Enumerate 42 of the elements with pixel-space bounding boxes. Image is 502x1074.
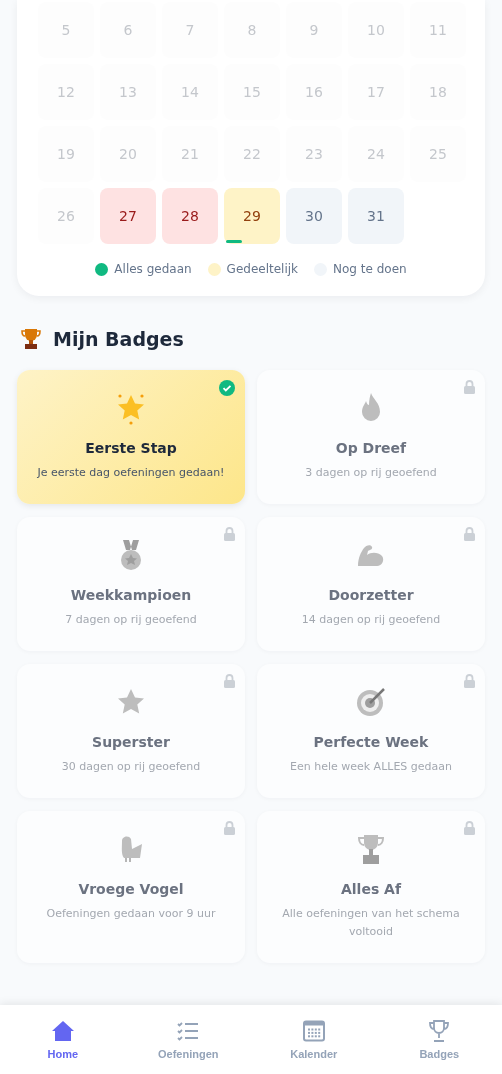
badge-card[interactable]: Op Dreef 3 dagen op rij geoefend [257,370,485,504]
home-icon [50,1019,75,1042]
badge-title: Vroege Vogel [78,881,184,897]
badge-card[interactable]: Superster 30 dagen op rij geoefend [17,664,245,798]
badge-description: 14 dagen op rij geoefend [301,612,441,628]
badge-card[interactable]: Perfecte Week Een hele week ALLES gedaan [257,664,485,798]
calendar-day[interactable]: 29 [224,188,280,244]
badge-description: Een hele week ALLES gedaan [289,759,452,775]
legend-label: Gedeeltelijk [226,262,299,276]
badge-description: 7 dagen op rij geoefend [65,612,197,628]
badge-title: Alles Af [340,881,402,897]
badge-description: 3 dagen op rij geoefend [305,465,437,481]
badge-card[interactable]: Eerste Stap Je eerste dag oefeningen gedaan! [17,370,245,504]
nav-tab[interactable]: Badges [376,1005,502,1074]
badge-title: Superster [92,734,170,750]
badge-card[interactable]: Doorzetter 14 dagen op rij geoefend [257,517,485,651]
badge-description: Je eerste dag oefeningen gedaan! [37,465,225,481]
calendar-icon [301,1019,326,1042]
trophy-icon [427,1019,452,1042]
nav-tab[interactable]: Kalender [251,1005,377,1074]
section-title: Mijn Badges [53,328,184,350]
badge-title: Eerste Stap [85,440,177,456]
nav-tab[interactable]: Oefeningen [125,1005,251,1074]
badge-card[interactable]: Weekkampioen 7 dagen op rij geoefend [17,517,245,651]
badge-title: Op Dreef [335,440,407,456]
badge-title: Perfecte Week [313,734,429,750]
badge-title: Weekkampioen [70,587,192,603]
badge-title: Doorzetter [328,587,414,603]
nav-tab[interactable]: Home [0,1005,126,1074]
checklist-icon [176,1019,201,1042]
legend-label: Nog te doen [333,262,407,276]
calendar-day[interactable]: 28 [162,188,218,244]
badge-card[interactable]: Vroege Vogel Oefeningen gedaan voor 9 uur [17,811,245,963]
legend-label: Alles gedaan [114,262,192,276]
badge-description: Oefeningen gedaan voor 9 uur [46,906,216,922]
badge-description: Alle oefeningen van het schema voltooid [281,906,461,940]
badge-description: 30 dagen op rij geoefend [61,759,201,775]
trophy-icon [21,328,41,350]
calendar-day[interactable]: 27 [100,188,156,244]
badge-card[interactable]: Alles Af Alle oefeningen van het schema voltooid [257,811,485,963]
calendar-day[interactable]: 30 [286,188,342,244]
calendar-day[interactable]: 31 [348,188,404,244]
